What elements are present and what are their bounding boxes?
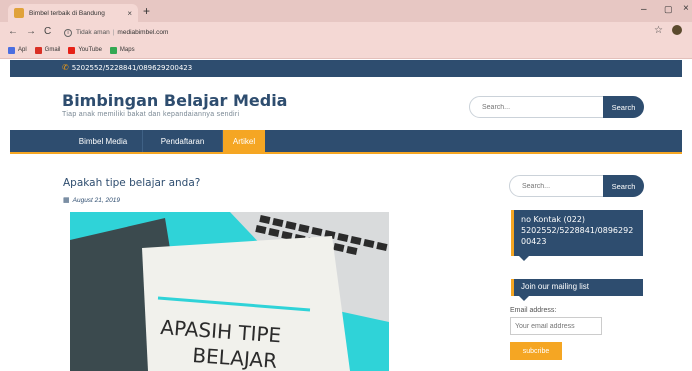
back-arrow-icon[interactable]: ← — [8, 26, 18, 38]
nav-item-pendaftaran[interactable]: Pendaftaran — [143, 130, 222, 152]
email-input[interactable] — [510, 317, 602, 335]
url-text: mediabimbel.com — [117, 29, 169, 36]
sidebar-search-button[interactable]: Search — [603, 175, 644, 197]
bookmark-maps[interactable]: Maps — [109, 46, 135, 54]
browser-toolbar: ← → C i Tidak aman | mediabimbel.com — [0, 22, 692, 42]
security-label: Tidak aman — [76, 29, 110, 36]
window-maximize-button[interactable]: ▢ — [664, 4, 673, 15]
bookmark-star-icon[interactable]: ☆ — [654, 25, 663, 36]
window-close-button[interactable]: × — [683, 3, 689, 14]
post-title[interactable]: Apakah tipe belajar anda? — [63, 177, 200, 189]
contact-widget-text: no Kontak (022) 5202552/5228841/0896292 … — [521, 215, 634, 246]
apps-grid-icon — [8, 46, 15, 54]
tab-close-icon[interactable]: × — [127, 9, 132, 18]
browser-tab[interactable]: Bimbel terbaik di Bandung × — [8, 4, 138, 22]
header-search: Search — [469, 96, 644, 118]
post-date-text: August 21, 2019 — [72, 196, 120, 204]
bookmark-youtube[interactable]: YouTube — [68, 46, 102, 54]
mailing-list-title: Join our mailing list — [511, 279, 643, 296]
profile-avatar-icon[interactable] — [672, 25, 682, 35]
main-navigation: Bimbel Media Pendaftaran Artikel — [10, 130, 682, 154]
gmail-icon — [34, 46, 42, 54]
post-date: ▦ August 21, 2019 — [63, 196, 120, 205]
widget-pointer — [519, 296, 529, 301]
image-text-line2: BELAJAR — [192, 343, 278, 371]
window-minimize-button[interactable]: – — [641, 4, 647, 15]
forward-arrow-icon[interactable]: → — [26, 26, 36, 38]
header-search-input[interactable] — [469, 96, 609, 118]
maps-icon — [109, 46, 117, 54]
subscribe-button[interactable]: subcribe — [510, 342, 562, 360]
email-label: Email address: — [510, 307, 557, 314]
sidebar-search: Search — [509, 175, 644, 197]
widget-pointer — [519, 256, 529, 261]
header-search-button[interactable]: Search — [603, 96, 644, 118]
bookmarks-bar: Apl Gmail YouTube Maps — [0, 42, 692, 59]
nav-item-bimbel-media[interactable]: Bimbel Media — [64, 130, 142, 152]
youtube-icon — [68, 46, 76, 54]
sidebar-search-input[interactable] — [509, 175, 609, 197]
url-separator: | — [112, 29, 115, 36]
address-bar[interactable]: i Tidak aman | mediabimbel.com — [64, 25, 668, 40]
site-favicon-icon — [14, 8, 24, 18]
browser-tab-strip: Bimbel terbaik di Bandung × + – ▢ × — [0, 0, 692, 22]
featured-illustration: APASIH TIPE BELAJAR — [70, 212, 389, 371]
phone-icon: ✆ — [62, 63, 69, 72]
calendar-icon: ▦ — [63, 197, 70, 204]
site-top-bar: ✆ 5202552/5228841/089629200423 — [10, 60, 682, 77]
nav-item-artikel[interactable]: Artikel — [223, 130, 265, 152]
phone-number: 5202552/5228841/089629200423 — [71, 63, 193, 72]
reload-icon[interactable]: C — [44, 26, 51, 38]
info-icon[interactable]: i — [64, 28, 72, 37]
new-tab-button[interactable]: + — [143, 5, 150, 17]
post-featured-image[interactable]: APASIH TIPE BELAJAR — [70, 212, 389, 371]
contact-widget: no Kontak (022) 5202552/5228841/0896292 … — [511, 210, 643, 256]
bookmark-apps[interactable]: Apl — [8, 46, 27, 54]
bookmark-gmail[interactable]: Gmail — [34, 46, 60, 54]
site-tagline: Tiap anak memiliki bakat dan kepandaiann… — [62, 111, 240, 118]
site-title[interactable]: Bimbingan Belajar Media — [62, 91, 287, 110]
phone-contact: ✆ 5202552/5228841/089629200423 — [62, 63, 192, 72]
tab-title: Bimbel terbaik di Bandung — [29, 9, 105, 17]
